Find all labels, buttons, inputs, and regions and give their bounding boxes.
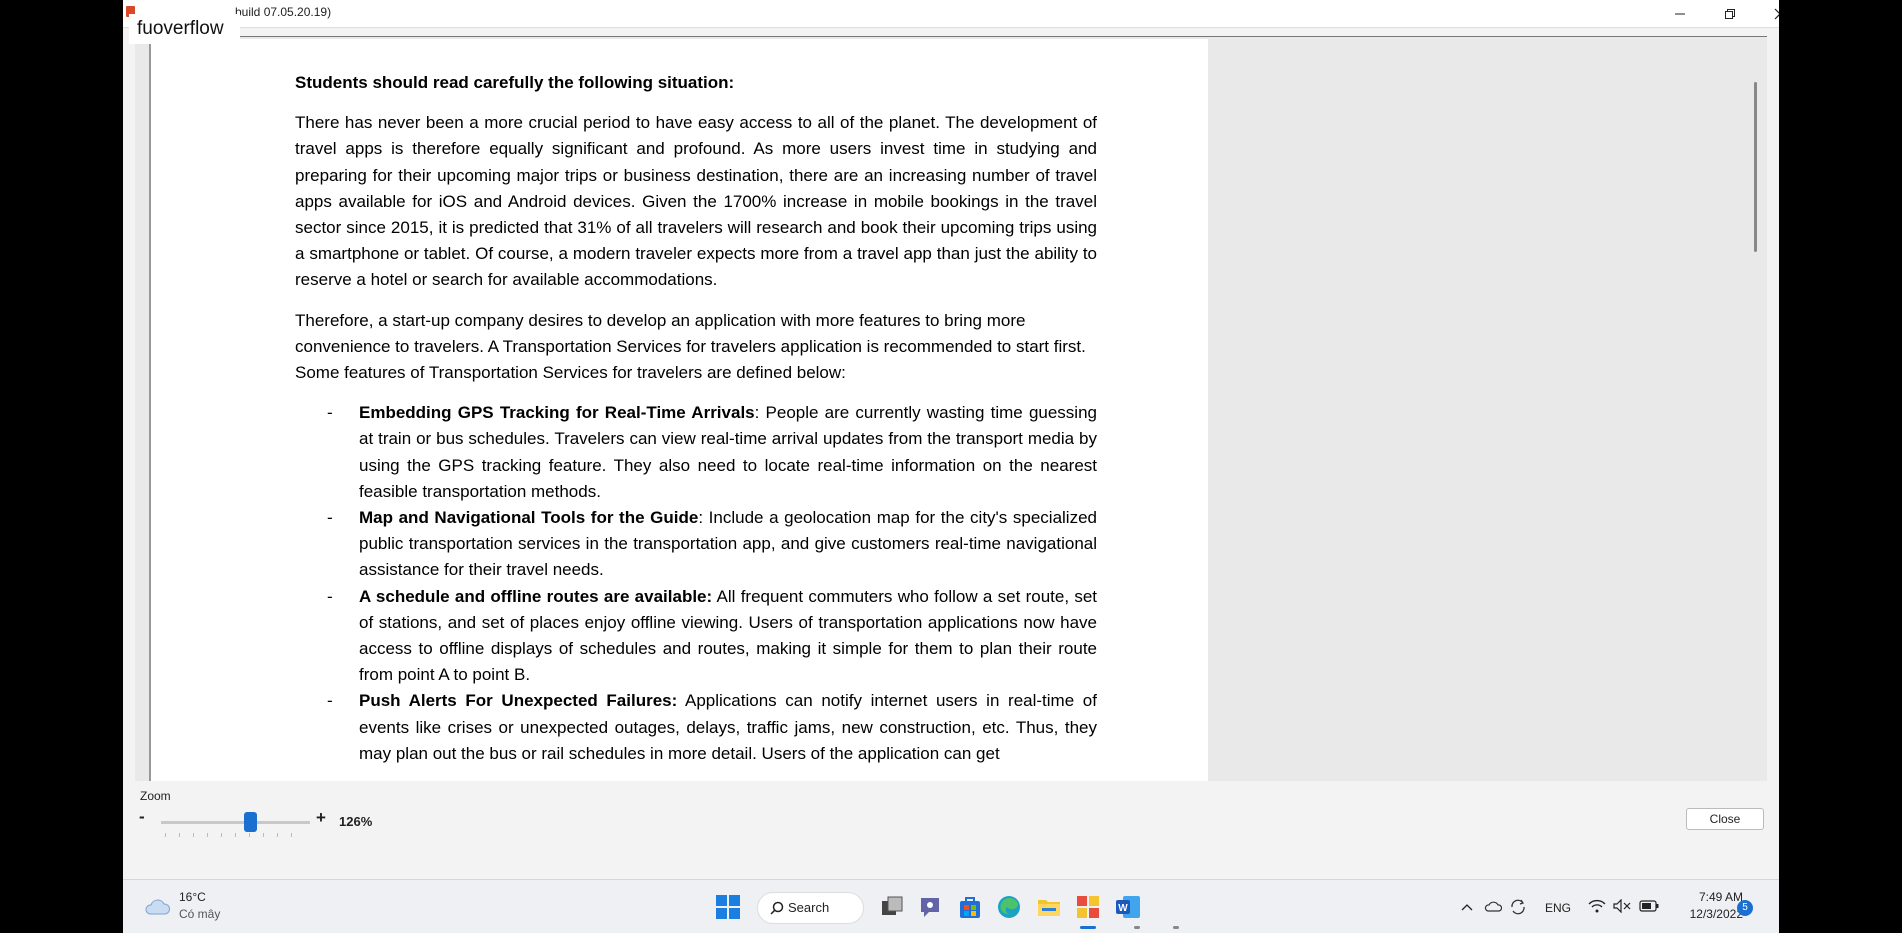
bullet-dash: - — [327, 586, 333, 606]
exam-app-icon[interactable] — [1075, 894, 1101, 920]
teams-chat-icon[interactable] — [917, 894, 943, 920]
word-icon[interactable]: W — [1115, 894, 1141, 920]
zoom-slider-track[interactable] — [161, 821, 310, 824]
svg-text:W: W — [1118, 903, 1128, 914]
chevron-up-icon[interactable] — [1460, 902, 1474, 912]
feature-item: - Map and Navigational Tools for the Guid… — [295, 505, 1097, 584]
search-label: Search — [788, 900, 830, 915]
vertical-scrollbar[interactable] — [1749, 45, 1761, 775]
clock-date[interactable]: 12/3/2022 — [1674, 907, 1743, 921]
clock-time[interactable]: 7:49 AM — [1683, 890, 1743, 904]
zoom-in-button[interactable]: + — [316, 808, 326, 828]
exam-viewer-window: build 07.05.20.19) fuoverflow Students s… — [123, 0, 1779, 879]
taskbar: 16°C Có mây Search W ENG 7:49 AM 12/3/20… — [123, 879, 1779, 933]
window-title: build 07.05.20.19) — [235, 5, 332, 19]
close-button[interactable]: Close — [1686, 808, 1764, 830]
document-content: Students should read carefully the follo… — [295, 70, 1097, 767]
close-window-button[interactable] — [1755, 0, 1779, 27]
file-explorer-icon[interactable] — [1036, 894, 1062, 920]
cloud-icon[interactable] — [143, 898, 171, 916]
document-viewer[interactable]: Students should read carefully the follo… — [135, 37, 1767, 781]
store-icon[interactable] — [957, 894, 983, 920]
close-icon — [1774, 8, 1779, 19]
feature-list: - Embedding GPS Tracking for Real-Time Ar… — [295, 400, 1097, 767]
sync-icon[interactable] — [1509, 898, 1527, 916]
windows-start-icon[interactable] — [715, 894, 741, 920]
minimize-button[interactable] — [1655, 0, 1705, 27]
zoom-label: Zoom — [140, 789, 171, 803]
zoom-value: 126% — [339, 814, 373, 829]
feature-title: Map and Navigational Tools for the Guide — [359, 508, 699, 528]
bullet-dash: - — [327, 403, 333, 423]
battery-icon[interactable] — [1639, 900, 1659, 912]
onedrive-icon[interactable] — [1484, 900, 1502, 912]
section-heading: Students should read carefully the follo… — [295, 73, 735, 92]
weather-description[interactable]: Có mây — [179, 907, 220, 921]
running-indicator — [1173, 926, 1179, 929]
zoom-out-button[interactable]: - — [139, 807, 153, 827]
feature-item: - Push Alerts For Unexpected Failures: Ap… — [295, 688, 1097, 767]
document-page: Students should read carefully the follo… — [149, 39, 1208, 781]
feature-title: A schedule and offline routes are availa… — [359, 586, 713, 606]
restore-icon — [1725, 8, 1735, 19]
active-indicator — [1080, 926, 1096, 929]
wifi-icon[interactable] — [1588, 899, 1606, 913]
bullet-dash: - — [327, 691, 333, 711]
running-indicator — [1134, 926, 1140, 929]
title-bar[interactable]: build 07.05.20.19) — [123, 0, 1779, 28]
feature-item: - Embedding GPS Tracking for Real-Time Ar… — [295, 400, 1097, 505]
language-indicator[interactable]: ENG — [1545, 901, 1571, 915]
task-view-icon[interactable] — [880, 894, 906, 920]
search-icon — [770, 901, 784, 915]
weather-temperature[interactable]: 16°C — [179, 890, 206, 904]
feature-item: - A schedule and offline routes are avail… — [295, 584, 1097, 689]
volume-muted-icon[interactable] — [1613, 899, 1631, 913]
taskbar-search[interactable]: Search — [757, 892, 864, 924]
context-paragraph: Therefore, a start-up company desires to… — [295, 310, 1086, 383]
intro-paragraph: There has never been a more crucial peri… — [295, 113, 1097, 290]
scrollbar-thumb[interactable] — [1754, 82, 1757, 252]
restore-button[interactable] — [1705, 0, 1755, 27]
feature-title: Embedding GPS Tracking for Real-Time Arr… — [359, 403, 755, 423]
feature-title: Push Alerts For Unexpected Failures: — [359, 691, 678, 711]
zoom-slider-thumb[interactable] — [243, 812, 257, 832]
bullet-dash: - — [327, 508, 333, 528]
watermark-label: fuoverflow — [129, 14, 240, 44]
zoom-slider-ticks — [165, 833, 305, 837]
notification-badge[interactable]: 5 — [1737, 900, 1753, 916]
edge-icon[interactable] — [996, 894, 1022, 920]
minimize-icon — [1675, 13, 1685, 14]
